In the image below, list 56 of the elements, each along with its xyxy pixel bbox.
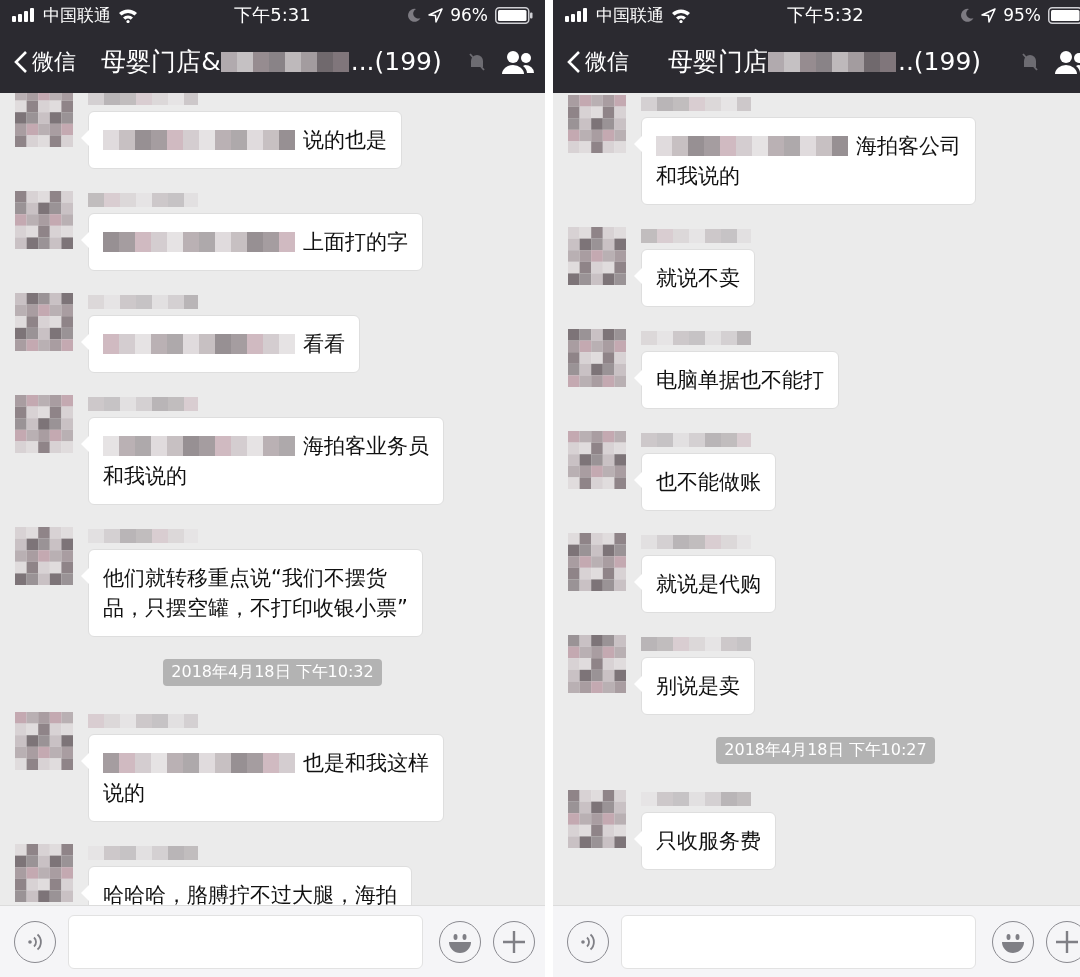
signal-icon <box>565 8 589 22</box>
back-chevron-icon <box>14 49 28 74</box>
message-text: 说的 <box>103 780 145 807</box>
wifi-icon <box>671 7 691 23</box>
plus-icon <box>1055 929 1079 954</box>
message-text: 也不能做账 <box>656 469 761 496</box>
message-text: 品，只摆空罐，不打印收银小票” <box>103 595 408 622</box>
status-time: 下午5:32 <box>787 3 864 27</box>
member-count: ...(199) <box>350 47 442 76</box>
carrier-name: 中国联通 <box>596 3 664 27</box>
people-icon <box>501 48 535 75</box>
message-text: 别说是卖 <box>656 673 740 700</box>
muted-bell-icon <box>1020 51 1040 72</box>
chat-title: 母婴门店 <box>667 46 768 78</box>
message-text: 就说是代购 <box>656 571 761 598</box>
location-arrow-icon <box>428 7 444 23</box>
message-text: 也是和我这样 <box>303 750 429 777</box>
moon-icon <box>408 8 422 22</box>
back-button[interactable]: 微信 <box>14 46 76 77</box>
moon-icon <box>961 8 975 22</box>
message-text: 电脑单据也不能打 <box>656 367 824 394</box>
member-count: ..(199) <box>897 47 982 76</box>
message-text: 哈哈哈，胳膊拧不过大腿，海拍 <box>103 882 397 905</box>
location-arrow-icon <box>981 7 997 23</box>
group-members-button[interactable] <box>501 48 535 75</box>
message-text: 他们就转移重点说“我们不摆货 <box>103 565 387 592</box>
message-text: 说的也是 <box>303 127 387 154</box>
back-button[interactable]: 微信 <box>567 46 629 77</box>
group-members-button[interactable] <box>1054 48 1080 75</box>
battery-icon <box>1048 6 1080 24</box>
status-time: 下午5:31 <box>234 3 311 27</box>
chat-title: 母婴门店& <box>101 46 221 78</box>
message-text: 上面打的字 <box>303 229 408 256</box>
message-text: 和我说的 <box>103 463 187 490</box>
battery-percent: 96% <box>450 5 488 25</box>
people-icon <box>1054 48 1080 75</box>
message-text: 海拍客公司 <box>856 133 961 160</box>
plus-icon <box>502 929 526 954</box>
muted-bell-icon <box>467 51 487 72</box>
wifi-icon <box>118 7 138 23</box>
back-chevron-icon <box>567 49 581 74</box>
message-text: 看看 <box>303 331 345 358</box>
message-text: 和我说的 <box>656 163 740 190</box>
message-text: 海拍客业务员 <box>303 433 429 460</box>
voice-icon <box>579 932 597 951</box>
voice-icon <box>26 932 44 951</box>
battery-icon <box>495 6 533 24</box>
carrier-name: 中国联通 <box>43 3 111 27</box>
message-text: 就说不卖 <box>656 265 740 292</box>
timestamp-label: 2018年4月18日 下午10:27 <box>716 737 935 764</box>
timestamp-label: 2018年4月18日 下午10:32 <box>163 659 382 686</box>
message-input-field[interactable] <box>68 914 423 969</box>
message-input-field[interactable] <box>621 914 976 969</box>
battery-percent: 95% <box>1003 5 1041 25</box>
signal-icon <box>12 8 36 22</box>
message-text: 只收服务费 <box>656 828 761 855</box>
